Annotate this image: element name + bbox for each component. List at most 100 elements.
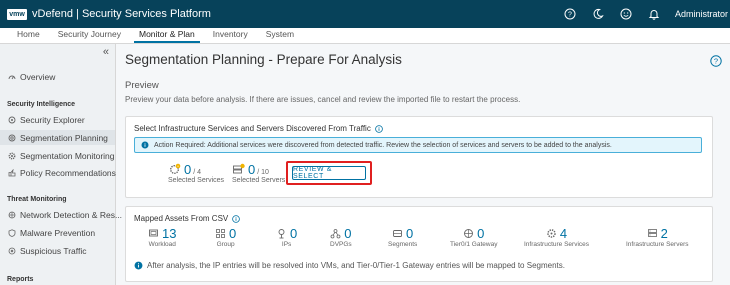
asset-workload: 13 Workload <box>148 226 177 248</box>
recommendation-icon <box>7 169 16 178</box>
review-button-highlight: REVIEW & SELECT <box>286 161 372 185</box>
network-icon <box>7 211 16 220</box>
gateway-icon <box>464 229 474 238</box>
ips-label: IPs <box>281 241 292 248</box>
help-menu-icon[interactable]: ? <box>563 7 577 21</box>
asset-gateway: 0 Tier0/1 Gateway <box>450 227 497 248</box>
card-title: Select Infrastructure Services and Serve… <box>134 124 383 133</box>
explorer-icon <box>7 116 16 125</box>
workload-count: 13 <box>162 226 177 241</box>
user-menu[interactable]: Administrator <box>675 9 728 19</box>
tab-inventory[interactable]: Inventory <box>204 27 257 43</box>
collapse-sidebar-icon[interactable]: « <box>103 46 109 58</box>
info-icon[interactable] <box>232 214 241 223</box>
selected-servers-total: / 10 <box>257 169 269 176</box>
sidebar-item-suspicious-traffic[interactable]: Suspicious Traffic <box>7 246 86 256</box>
asset-ips: 0 IPs <box>276 227 297 248</box>
asset-segments: 0 Segments <box>388 227 417 248</box>
selected-services-label: Selected Services <box>168 177 225 184</box>
planning-icon <box>7 133 16 142</box>
selected-services-total: / 4 <box>193 169 202 176</box>
alert-text: Action Required: Additional services wer… <box>154 141 612 149</box>
svg-text:+: + <box>177 164 179 168</box>
sidebar-heading-threat-monitoring: Threat Monitoring <box>7 196 67 203</box>
app-title: vDefend | Security Services Platform <box>32 8 211 20</box>
tab-security-journey[interactable]: Security Journey <box>49 27 130 43</box>
action-required-alert: Action Required: Additional services wer… <box>134 137 702 153</box>
info-circle-icon <box>141 141 149 149</box>
feedback-smiley-icon[interactable] <box>619 7 633 21</box>
workload-icon <box>149 229 158 237</box>
infra-servers-label: Infrastructure Servers <box>626 241 689 248</box>
tab-monitor-plan[interactable]: Monitor & Plan <box>130 27 204 43</box>
sidebar-heading-reports: Reports <box>7 276 34 283</box>
selected-servers-label: Selected Servers <box>232 177 286 184</box>
help-icon[interactable]: ? <box>710 55 722 67</box>
infra-servers-count: 2 <box>660 226 668 241</box>
sidebar-item-network-detection[interactable]: Network Detection & Res... <box>7 210 122 220</box>
sidebar-item-label: Policy Recommendations <box>20 168 116 178</box>
gear-icon <box>7 152 16 161</box>
sidebar-item-label: Segmentation Planning <box>20 132 108 143</box>
sidebar-item-overview[interactable]: Overview <box>7 72 55 82</box>
tab-home[interactable]: Home <box>8 27 49 43</box>
review-select-button[interactable]: REVIEW & SELECT <box>292 166 366 180</box>
segments-count: 0 <box>406 226 414 241</box>
page-title: Segmentation Planning - Prepare For Anal… <box>125 52 402 67</box>
asset-infra-services: 4 Infrastructure Services <box>524 227 589 248</box>
gateway-count: 0 <box>477 226 485 241</box>
dvpg-icon <box>330 229 341 239</box>
group-count: 0 <box>229 226 237 241</box>
analysis-note: After analysis, the IP entries will be r… <box>134 261 565 270</box>
svg-text:?: ? <box>714 57 718 66</box>
sidebar: « Overview Security Intelligence Securit… <box>0 44 122 285</box>
overview-icon <box>7 73 16 82</box>
theme-moon-icon[interactable] <box>591 7 605 21</box>
notification-bell-icon[interactable] <box>647 7 661 21</box>
sidebar-item-segmentation-planning[interactable]: Segmentation Planning <box>0 130 115 145</box>
shield-icon <box>7 229 16 238</box>
infrastructure-discovery-card: Select Infrastructure Services and Serve… <box>125 116 713 198</box>
traffic-icon <box>7 247 16 256</box>
infra-servers-icon <box>647 229 657 237</box>
asset-infra-servers: 2 Infrastructure Servers <box>626 227 689 248</box>
services-icon: + <box>170 163 181 174</box>
workload-label: Workload <box>148 241 176 248</box>
infra-services-icon <box>547 229 556 238</box>
group-label: Group <box>216 241 235 248</box>
selected-servers-value: 0 <box>248 162 256 177</box>
segments-label: Segments <box>388 241 418 248</box>
sidebar-item-label: Network Detection & Res... <box>20 210 123 220</box>
section-description: Preview your data before analysis. If th… <box>125 95 521 104</box>
mapped-assets-card: Mapped Assets From CSV 13 Workload 0 Gro… <box>125 206 713 282</box>
sidebar-item-segmentation-monitoring[interactable]: Segmentation Monitoring <box>7 151 115 161</box>
card-title-text: Select Infrastructure Services and Serve… <box>134 124 371 133</box>
card-title-text: Mapped Assets From CSV <box>134 214 229 223</box>
vmw-logo: vmw <box>7 8 27 20</box>
asset-dvpgs: 0 DVPGs <box>330 227 352 248</box>
selected-services-stat: + 0 / 4 Selected Services <box>168 163 224 184</box>
gateway-label: Tier0/1 Gateway <box>450 241 498 248</box>
info-icon[interactable] <box>375 124 383 133</box>
sidebar-item-security-explorer[interactable]: Security Explorer <box>7 115 85 125</box>
sidebar-heading-security-intelligence: Security Intelligence <box>7 101 76 108</box>
sidebar-item-label: Suspicious Traffic <box>20 246 87 256</box>
section-title: Preview <box>125 80 159 91</box>
tab-system[interactable]: System <box>257 27 303 43</box>
ips-count: 0 <box>290 226 298 241</box>
svg-text:?: ? <box>568 12 572 19</box>
selected-servers-stat: 0 / 10 Selected Servers <box>232 163 285 184</box>
servers-icon <box>233 163 245 174</box>
infra-services-label: Infrastructure Services <box>524 241 590 248</box>
sidebar-item-label: Security Explorer <box>20 115 85 125</box>
asset-group: 0 Group <box>215 227 236 248</box>
segment-icon <box>393 230 402 237</box>
sidebar-item-malware-prevention[interactable]: Malware Prevention <box>7 228 95 238</box>
top-header: vmw vDefend | Security Services Platform… <box>0 0 730 28</box>
main-nav: Home Security Journey Monitor & Plan Inv… <box>0 28 730 44</box>
infra-services-count: 4 <box>559 226 568 241</box>
sidebar-item-policy-recommendations[interactable]: Policy Recommendations <box>7 168 116 178</box>
group-icon <box>216 229 225 238</box>
sidebar-item-label: Segmentation Monitoring <box>20 151 115 161</box>
dvpgs-label: DVPGs <box>330 241 352 248</box>
